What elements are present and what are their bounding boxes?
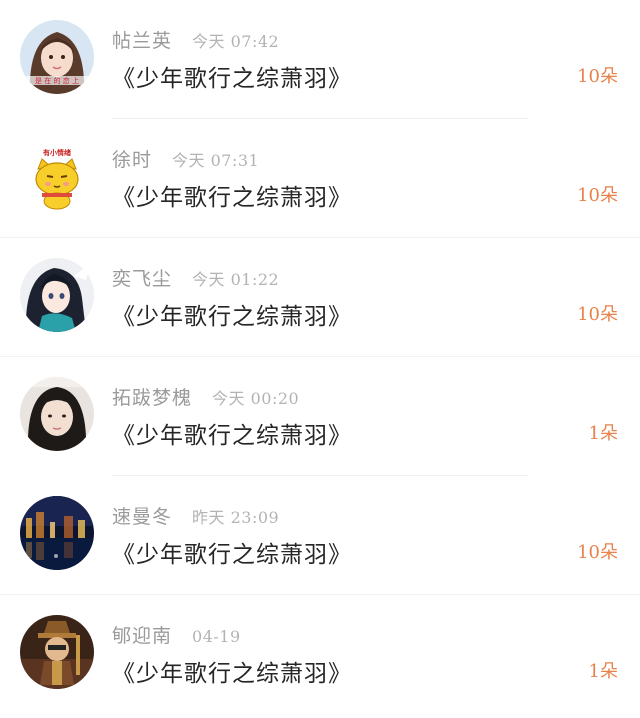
game-character-avatar-icon[interactable]	[20, 615, 94, 689]
gift-time: 04-19	[192, 627, 241, 646]
gift-amount: 10朵	[577, 66, 618, 87]
list-item[interactable]: 拓跋梦槐 今天 00:20 《少年歌行之综萧羽》 1朵	[0, 357, 640, 476]
gift-time: 今天 07:31	[172, 151, 260, 170]
list-item[interactable]: 速曼冬 昨天 23:09 《少年歌行之综萧羽》 10朵	[0, 476, 640, 595]
gift-time: 昨天 23:09	[192, 508, 280, 527]
night-city-avatar-icon[interactable]	[20, 496, 94, 570]
book-title[interactable]: 《少年歌行之综萧羽》	[112, 654, 352, 688]
user-name[interactable]: 拓跋梦槐	[112, 383, 192, 410]
selfie-avatar-icon[interactable]	[20, 377, 94, 451]
book-title[interactable]: 《少年歌行之综萧羽》	[112, 535, 352, 569]
gift-time: 今天 00:20	[212, 389, 300, 408]
gift-amount: 10朵	[577, 542, 618, 563]
gift-amount: 10朵	[577, 185, 618, 206]
user-name[interactable]: 速曼冬	[112, 502, 172, 529]
book-title[interactable]: 《少年歌行之综萧羽》	[112, 416, 352, 450]
book-title[interactable]: 《少年歌行之综萧羽》	[112, 59, 352, 93]
book-title[interactable]: 《少年歌行之综萧羽》	[112, 297, 352, 331]
svg-text:是 在 的 恋 上: 是 在 的 恋 上	[35, 76, 79, 85]
book-title[interactable]: 《少年歌行之综萧羽》	[112, 178, 352, 212]
user-name[interactable]: 郇迎南	[112, 621, 172, 648]
girl-photo-avatar-icon[interactable]: 是 在 的 恋 上	[20, 20, 94, 94]
list-item[interactable]: 郇迎南 04-19 《少年歌行之综萧羽》 1朵	[0, 595, 640, 714]
gift-amount: 10朵	[577, 304, 618, 325]
list-item[interactable]: 是 在 的 恋 上 帖兰英 今天 07:42 《少年歌行之综萧羽》 10朵	[0, 0, 640, 119]
gift-time: 今天 01:22	[192, 270, 280, 289]
gift-record-list: 是 在 的 恋 上 帖兰英 今天 07:42 《少年歌行之综萧羽》 10朵 有小…	[0, 0, 640, 718]
anime-girl-avatar-icon[interactable]	[20, 258, 94, 332]
user-name[interactable]: 帖兰英	[112, 26, 172, 53]
list-item[interactable]: 有小情绪 徐时 今天 07:31 《少年歌行之综萧羽》 10朵	[0, 119, 640, 238]
gift-amount: 1朵	[588, 661, 618, 682]
gift-amount: 1朵	[588, 423, 618, 444]
gift-time: 今天 07:42	[192, 32, 280, 51]
cartoon-cat-avatar-icon[interactable]: 有小情绪	[20, 139, 94, 213]
list-item[interactable]: 奕飞尘 今天 01:22 《少年歌行之综萧羽》 10朵	[0, 238, 640, 357]
user-name[interactable]: 徐时	[112, 145, 152, 172]
svg-text:有小情绪: 有小情绪	[43, 148, 71, 157]
user-name[interactable]: 奕飞尘	[112, 264, 172, 291]
